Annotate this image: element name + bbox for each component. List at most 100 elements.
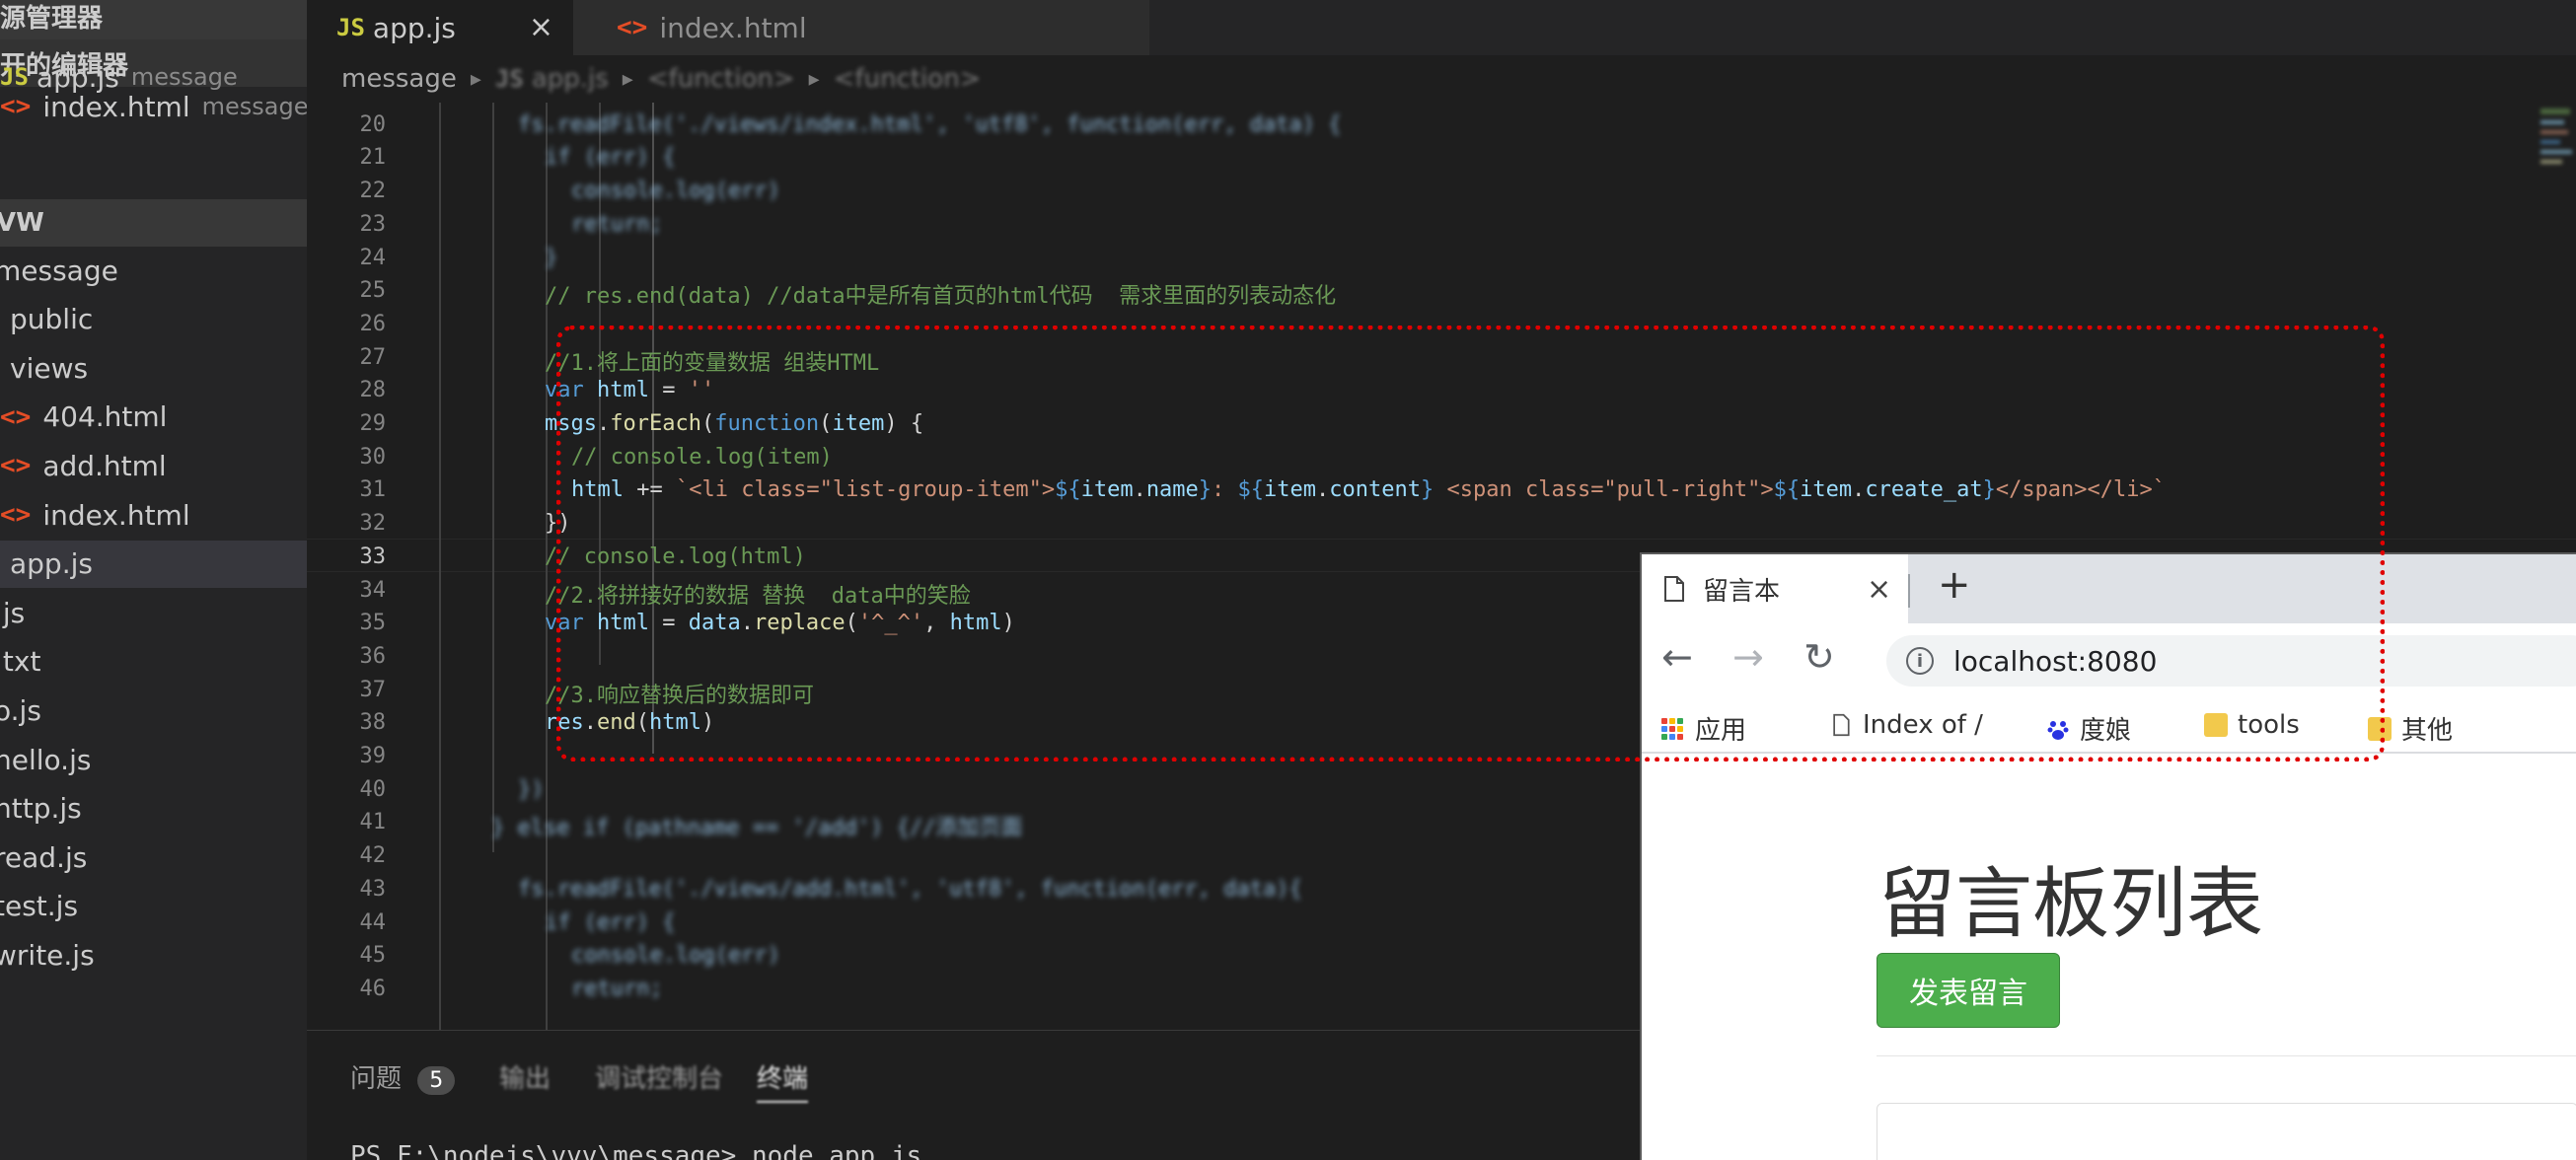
bookmark-label: Index of / (1863, 710, 1983, 740)
line-number: 44 (359, 909, 387, 935)
tree-item-label: 404.html (42, 400, 168, 434)
code-line: console.log(err) (571, 943, 780, 969)
bookmark-label: 应用 (1695, 716, 1747, 746)
code-line: //2.将拼接好的数据 替换 data中的笑脸 (545, 583, 971, 609)
chevron-right-icon: ▸ (470, 66, 481, 92)
tree-item[interactable]: <> index.html (0, 491, 307, 539)
tree-item[interactable]: hello.js (0, 736, 307, 783)
tree-item[interactable]: o.js (0, 687, 307, 734)
breadcrumb-item-function[interactable]: <function> (647, 64, 795, 94)
tree-item[interactable]: public (0, 296, 307, 343)
minimap[interactable] (2537, 103, 2576, 399)
tree-item[interactable]: read.js (0, 834, 307, 881)
code-token: += (623, 477, 676, 503)
code-token: . (1316, 477, 1330, 503)
code-line: fs.readFile('./views/add.html', 'utf8', … (518, 876, 1302, 902)
html-file-icon: <> (0, 500, 32, 530)
close-icon[interactable]: × (529, 10, 553, 44)
line-number: 25 (359, 278, 387, 304)
bookmark-tools[interactable]: tools (2204, 710, 2300, 740)
divider (1877, 1055, 2576, 1056)
open-editor-item-index-html[interactable]: <> index.html message... (0, 83, 307, 130)
code-line: }) (545, 511, 571, 537)
breadcrumb-item-folder[interactable]: message (341, 64, 457, 94)
breadcrumb-item-file[interactable]: app.js (532, 64, 609, 94)
tab-problems[interactable]: 问题 5 (350, 1058, 456, 1095)
code-line: return; (571, 976, 663, 1001)
apps-icon (1661, 717, 1683, 740)
tree-item-label: read.js (0, 840, 88, 874)
tree-item[interactable]: .txt (0, 638, 307, 686)
code-line: }) (518, 776, 545, 802)
tree-item[interactable]: .js (0, 589, 307, 636)
problems-count-badge: 5 (417, 1066, 456, 1095)
code-token: html (571, 477, 624, 503)
indent-guide (492, 103, 494, 852)
workspace-header[interactable]: VW (0, 199, 307, 247)
bookmark-other[interactable]: 其他 (2368, 710, 2453, 747)
tab-app-js[interactable]: JS app.js × (307, 0, 573, 55)
tab-index-html[interactable]: <> index.html (573, 0, 1149, 55)
tree-item[interactable]: write.js (0, 931, 307, 979)
code-token: ( (845, 611, 858, 636)
code-token: . (596, 411, 611, 436)
code-token: . (740, 611, 754, 636)
tree-item[interactable]: test.js (0, 883, 307, 930)
tree-item[interactable]: views (0, 344, 307, 392)
tree-item[interactable]: <> add.html (0, 442, 307, 489)
tree-item[interactable]: <> 404.html (0, 394, 307, 441)
back-arrow-icon[interactable]: ← (1661, 635, 1693, 679)
line-number: 46 (359, 976, 387, 1001)
bookmark-apps[interactable]: 应用 (1661, 710, 1746, 747)
bookmark-baidu[interactable]: 度娘 (2046, 710, 2131, 747)
code-token: : (1212, 477, 1238, 503)
folder-icon (2204, 713, 2228, 737)
new-tab-button[interactable]: + (1938, 562, 1971, 608)
html-file-icon: <> (0, 451, 32, 481)
code-token: item (832, 411, 885, 436)
bookmarks-bar: 应用 Index of / 度娘 tools 其他 (1642, 698, 2576, 754)
post-message-button[interactable]: 发表留言 (1877, 953, 2060, 1028)
code-token: res (545, 710, 584, 736)
close-icon[interactable]: × (1867, 572, 1891, 607)
baidu-icon (2047, 720, 2069, 740)
tree-item-label: message (0, 254, 118, 287)
line-number: 24 (359, 245, 387, 270)
tree-item[interactable]: http.js (0, 785, 307, 833)
bookmark-index[interactable]: Index of / (1829, 710, 1983, 740)
code-line: res.end(html) (545, 710, 714, 735)
forward-arrow-icon[interactable]: → (1732, 635, 1764, 679)
info-icon[interactable]: i (1906, 647, 1934, 675)
breadcrumb: message ▸ JS app.js ▸ <function> ▸ <func… (307, 55, 2576, 103)
code-line: var html = data.replace('^_^', html) (545, 611, 1015, 635)
address-bar[interactable]: i localhost:8080 (1886, 635, 2576, 687)
line-number: 30 (359, 444, 387, 470)
line-number: 38 (359, 710, 387, 736)
tab-debug-console[interactable]: 调试控制台 (595, 1058, 723, 1095)
tab-output[interactable]: 输出 (499, 1058, 551, 1095)
code-token: '^_^' (857, 611, 924, 636)
tree-item[interactable]: message (0, 247, 307, 294)
code-token: `<li class="list-group-item"> (675, 477, 1056, 503)
code-line: //3.响应替换后的数据即可 (545, 683, 814, 708)
chevron-right-icon: ▸ (808, 66, 820, 92)
tree-item[interactable]: app.js (0, 540, 307, 588)
html-file-icon: <> (0, 92, 32, 121)
tab-terminal[interactable]: 终端 (757, 1058, 809, 1103)
code-line: if (err) { (545, 909, 676, 935)
reload-icon[interactable]: ↻ (1803, 635, 1835, 679)
line-number: 45 (359, 943, 387, 969)
code-token: html (596, 378, 649, 403)
browser-window: 留言本 × + ← → ↻ i localhost:8080 应用 Index … (1640, 552, 2576, 1160)
code-token: ${ (1773, 477, 1801, 503)
code-token: } (1198, 477, 1213, 503)
terminal-prompt[interactable]: PS F:\nodejs\vvv\message> node app.js (350, 1141, 921, 1160)
code-token: end (597, 710, 636, 736)
breadcrumb-item-function[interactable]: <function> (834, 64, 982, 94)
code-token: msgs (545, 411, 597, 436)
indent-guide (439, 103, 441, 1030)
code-token: function (714, 411, 820, 436)
line-number: 28 (359, 378, 387, 403)
bookmark-label: tools (2238, 710, 2300, 740)
explorer-sidebar: 资源管理器 打开的编辑器 JS app.js message <> index.… (0, 0, 307, 1160)
